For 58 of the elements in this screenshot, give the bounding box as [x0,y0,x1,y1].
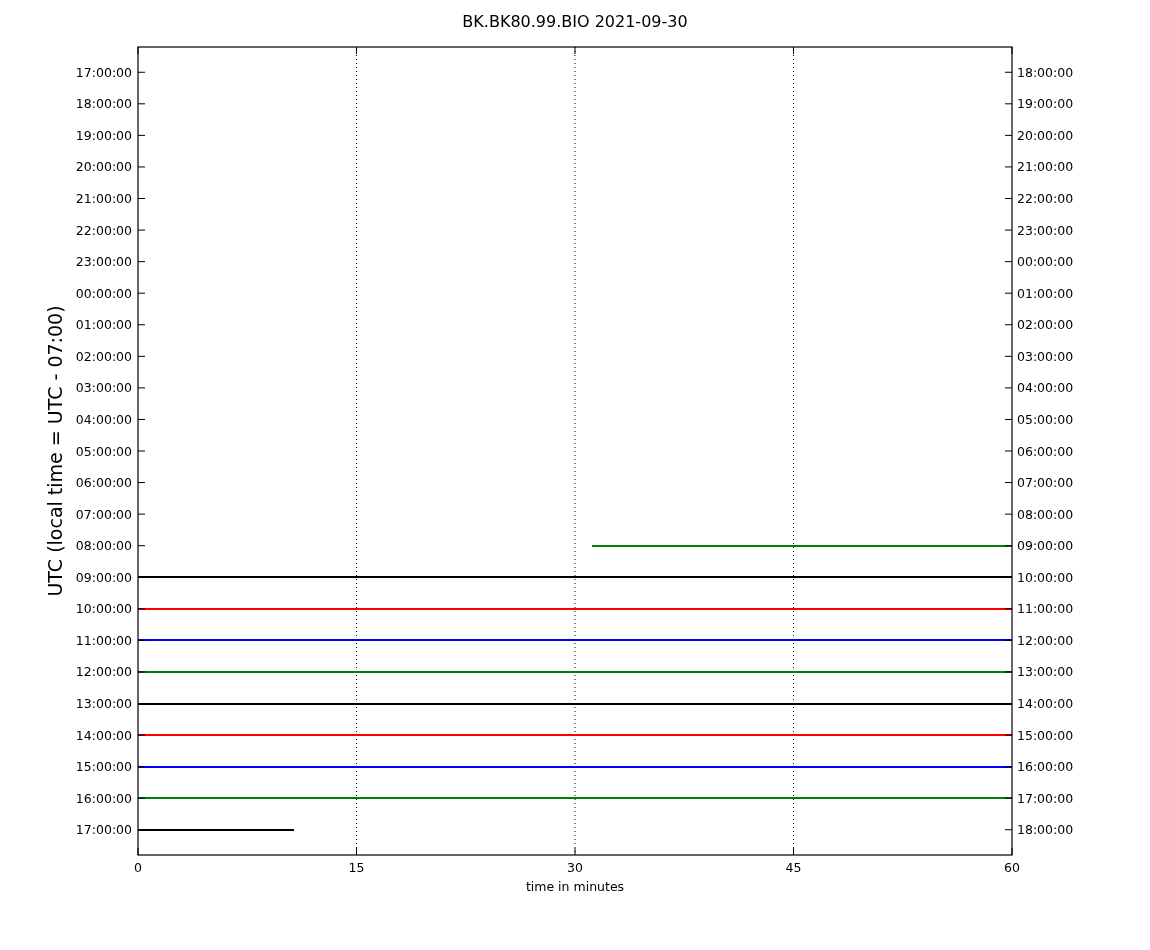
tick-label: 05:00:00 [1017,411,1074,427]
tick-label: 23:00:00 [75,254,132,270]
tick-label: 18:00:00 [1017,822,1074,838]
tick-label: 30 [567,860,583,875]
tick-label: 14:00:00 [75,727,132,743]
tick-label: 03:00:00 [75,380,132,396]
tick-label: 21:00:00 [1017,159,1074,175]
tick-label: 06:00:00 [75,475,132,491]
tick-label: 00:00:00 [1017,254,1074,270]
tick-label: 06:00:00 [1017,443,1074,459]
tick-label: 18:00:00 [75,96,132,112]
tick-label: 09:00:00 [1017,538,1074,554]
tick-label: 08:00:00 [1017,506,1074,522]
tick-label: 16:00:00 [75,790,132,806]
tick-label: 01:00:00 [75,317,132,333]
tick-label: 02:00:00 [75,348,132,364]
tick-label: 15:00:00 [1017,727,1074,743]
tick-label: 09:00:00 [75,569,132,585]
tick-label: 17:00:00 [75,822,132,838]
tick-label: 20:00:00 [1017,127,1074,143]
tick-label: 07:00:00 [75,506,132,522]
tick-label: 20:00:00 [75,159,132,175]
tick-label: 17:00:00 [1017,790,1074,806]
x-axis-label: time in minutes [525,879,625,894]
tick-label: 01:00:00 [1017,285,1074,301]
tick-label: 22:00:00 [75,222,132,238]
tick-label: 15:00:00 [75,759,132,775]
tick-label: 19:00:00 [75,127,132,143]
tick-label: 04:00:00 [75,411,132,427]
tick-label: 13:00:00 [1017,664,1074,680]
tick-label: 23:00:00 [1017,222,1074,238]
tick-label: 12:00:00 [75,664,132,680]
tick-label: 07:00:00 [1017,475,1074,491]
tick-label: 17:00:00 [75,64,132,80]
tick-label: 03:00:00 [1017,348,1074,364]
tick-label: 10:00:00 [75,601,132,617]
tick-label: 02:00:00 [1017,317,1074,333]
tick-label: 11:00:00 [1017,601,1074,617]
tick-label: 04:00:00 [1017,380,1074,396]
tick-label: 15 [348,860,365,875]
tick-label: 08:00:00 [75,538,132,554]
tick-label: 10:00:00 [1017,569,1074,585]
tick-label: 0 [134,860,142,875]
tick-label: 16:00:00 [1017,759,1074,775]
tick-label: 12:00:00 [1017,632,1074,648]
tick-label: 21:00:00 [75,191,132,206]
tick-label: 14:00:00 [1017,696,1074,711]
tick-label: 19:00:00 [1017,96,1074,112]
tick-label: 11:00:00 [75,632,132,648]
tick-label: 60 [1004,860,1020,875]
tick-label: 22:00:00 [1017,191,1074,206]
chart-title: BK.BK80.99.BIO 2021-09-30 [462,12,688,31]
tick-label: 18:00:00 [1017,64,1074,80]
tick-label: 00:00:00 [75,285,132,301]
tick-label: 45 [785,860,802,875]
tick-label: 13:00:00 [75,696,132,711]
tick-label: 05:00:00 [75,443,132,459]
y-axis-label: UTC (local time = UTC - 07:00) [44,305,66,597]
